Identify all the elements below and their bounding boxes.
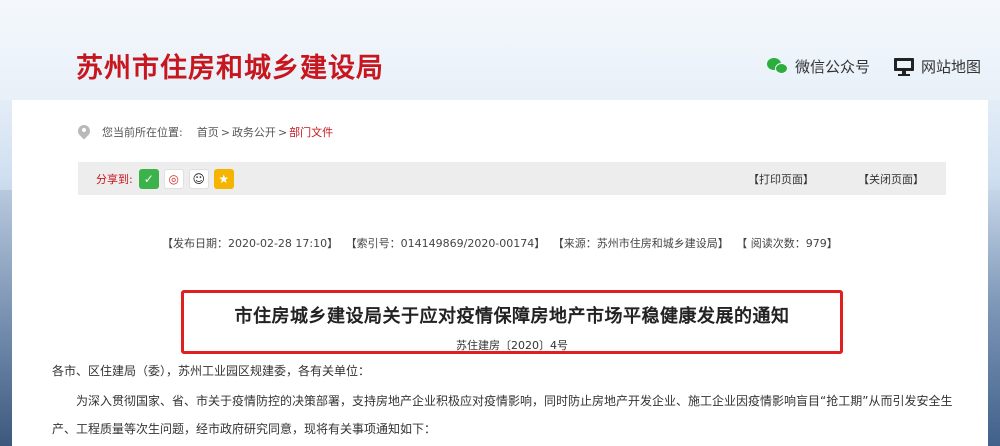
qq-share-icon[interactable]: ☺ bbox=[188, 168, 209, 189]
title-highlight-box: 市住房城乡建设局关于应对疫情保障房地产市场平稳健康发展的通知 苏住建房〔2020… bbox=[181, 290, 843, 354]
view-count: 【 阅读次数：979】 bbox=[736, 237, 838, 250]
qzone-share-icon[interactable]: ★ bbox=[213, 168, 234, 189]
weibo-share-icon[interactable]: ◎ bbox=[163, 168, 184, 189]
breadcrumb-item-home[interactable]: 首页 bbox=[197, 124, 219, 140]
breadcrumb: 您当前所在位置: 首页 > 政务公开 > 部门文件 bbox=[75, 122, 333, 140]
index-number: 【索引号：014149869/2020-00174】 bbox=[345, 237, 546, 250]
publish-date: 【发布日期：2020-02-28 17:10】 bbox=[162, 237, 339, 250]
breadcrumb-prefix: 您当前所在位置: bbox=[102, 126, 183, 139]
close-page-button[interactable]: 【关闭页面】 bbox=[858, 171, 924, 187]
article-meta: 【发布日期：2020-02-28 17:10】 【索引号：014149869/2… bbox=[162, 235, 842, 251]
article-greeting: 各市、区住建局（委），苏州工业园区规建委，各有关单位： bbox=[52, 364, 371, 378]
article-title: 市住房城乡建设局关于应对疫情保障房地产市场平稳健康发展的通知 bbox=[234, 306, 790, 327]
share-bar: 分享到: ✓ ◎ ☺ ★ 【打印页面】 【关闭页面】 bbox=[78, 162, 946, 195]
wechat-share-icon[interactable]: ✓ bbox=[138, 168, 159, 189]
article-paragraph: 为深入贯彻国家、省、市关于疫情防控的决策部署，支持房地产企业积极应对疫情影响，同… bbox=[52, 394, 953, 436]
breadcrumb-item-public[interactable]: 政务公开 bbox=[232, 124, 276, 140]
wechat-label: 微信公众号 bbox=[795, 58, 871, 76]
document-number: 苏住建房〔2020〕4号 bbox=[456, 339, 568, 352]
site-header: 苏州市住房和城乡建设局 微信公众号 网站地图 bbox=[0, 0, 1000, 100]
sitemap-link[interactable]: 网站地图 bbox=[894, 56, 981, 77]
wechat-icon bbox=[767, 57, 789, 76]
print-page-button[interactable]: 【打印页面】 bbox=[748, 171, 814, 187]
location-pin-icon bbox=[75, 122, 93, 140]
breadcrumb-separator: > bbox=[277, 125, 288, 139]
sitemap-label: 网站地图 bbox=[921, 58, 982, 76]
source: 【来源：苏州市住房和城乡建设局】 bbox=[552, 237, 729, 250]
monitor-icon bbox=[894, 57, 914, 76]
share-label: 分享到: bbox=[96, 172, 133, 186]
breadcrumb-item-current[interactable]: 部门文件 bbox=[289, 124, 333, 140]
breadcrumb-separator: > bbox=[220, 125, 230, 139]
site-title[interactable]: 苏州市住房和城乡建设局 bbox=[76, 46, 384, 85]
wechat-link[interactable]: 微信公众号 bbox=[767, 56, 870, 77]
